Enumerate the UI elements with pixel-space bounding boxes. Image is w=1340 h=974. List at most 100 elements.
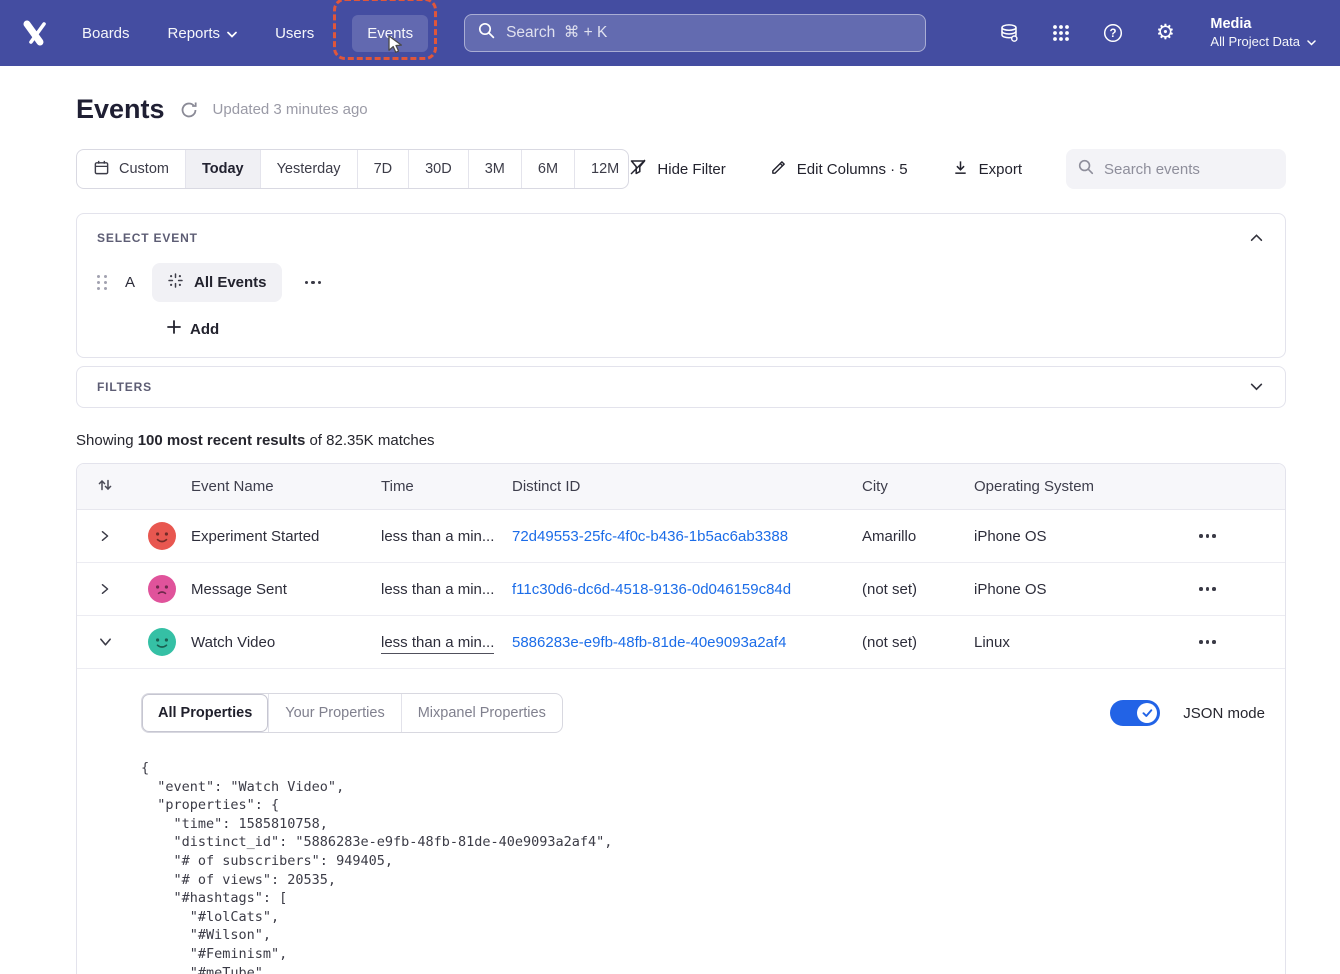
collapse-panel-icon[interactable] [1248,232,1265,244]
event-os: iPhone OS [974,581,1189,598]
refresh-icon[interactable] [180,101,198,119]
results-suffix: of 82.35K matches [305,432,434,449]
data-management-icon[interactable] [998,22,1020,44]
nav-item-events[interactable]: Events [352,15,428,52]
table-row[interactable]: Message Sent less than a min... f11c30d6… [77,563,1285,616]
event-time: less than a min... [381,528,512,545]
range-custom[interactable]: Custom [77,150,185,188]
col-header-os[interactable]: Operating System [974,478,1189,495]
edit-columns-button[interactable]: Edit Columns · 5 [770,159,908,180]
nav-item-boards[interactable]: Boards [82,25,130,42]
add-event-label: Add [190,321,219,338]
select-event-title: SELECT EVENT [97,231,198,245]
tab-all-properties[interactable]: All Properties [142,694,268,732]
event-selector-label: All Events [194,274,267,291]
drag-handle-icon[interactable] [97,275,108,290]
range-30d[interactable]: 30D [408,150,468,188]
project-switcher[interactable]: Media All Project Data [1210,15,1316,51]
distinct-id-link[interactable]: 72d49553-25fc-4f0c-b436-1b5ac6ab3388 [512,528,862,545]
primary-nav: Boards Reports Users Events [82,15,428,52]
nav-utilities: ? ⚙ Media All Project Data [998,15,1316,51]
table-row[interactable]: Experiment Started less than a min... 72… [77,510,1285,563]
row-expand-icon[interactable] [95,526,115,546]
range-12m[interactable]: 12M [574,150,629,188]
global-search[interactable] [464,14,926,52]
nav-item-events-wrap: Events [352,15,428,52]
date-range-segmented-control: Custom Today Yesterday 7D 30D 3M 6M 12M [76,149,629,189]
range-7d[interactable]: 7D [357,150,409,188]
event-os: Linux [974,634,1189,651]
range-today[interactable]: Today [185,150,260,188]
tab-your-properties[interactable]: Your Properties [268,694,400,732]
apps-grid-icon[interactable] [1050,22,1072,44]
event-time: less than a min... [381,581,512,598]
export-button[interactable]: Export [952,159,1022,180]
tab-mixpanel-properties[interactable]: Mixpanel Properties [401,694,562,732]
help-icon[interactable]: ? [1102,22,1124,44]
export-label: Export [979,161,1022,178]
search-events-input[interactable] [1104,161,1274,178]
search-events-box[interactable] [1066,149,1286,189]
col-header-time[interactable]: Time [381,478,512,495]
events-table: Event Name Time Distinct ID City Operati… [76,463,1286,974]
row-more-icon[interactable] [1193,581,1222,597]
event-os: iPhone OS [974,528,1189,545]
range-6m[interactable]: 6M [521,150,574,188]
project-name: Media [1210,15,1316,34]
search-icon [478,22,495,44]
event-row-letter: A [125,274,135,291]
col-header-distinct-id[interactable]: Distinct ID [512,478,862,495]
global-search-input[interactable] [506,24,912,42]
updated-timestamp: Updated 3 minutes ago [213,101,368,118]
filter-funnel-icon [629,158,647,180]
filters-title: FILTERS [97,380,152,394]
properties-tab-group: All Properties Your Properties Mixpanel … [141,693,563,733]
results-prefix: Showing [76,432,138,449]
event-name: Watch Video [191,634,381,651]
event-city: (not set) [862,634,974,651]
row-more-icon[interactable] [1193,528,1222,544]
nav-item-reports-label: Reports [168,25,221,42]
hide-filter-button[interactable]: Hide Filter [629,158,725,180]
json-mode-toggle[interactable] [1110,700,1160,726]
main-content: Events Updated 3 minutes ago Cus [0,94,1340,974]
event-avatar [148,522,176,550]
chevron-down-icon [227,25,237,42]
edit-columns-label: Edit Columns · 5 [797,161,908,178]
plus-icon [167,320,181,338]
event-city: (not set) [862,581,974,598]
select-event-panel: SELECT EVENT A [76,213,1286,358]
row-expand-icon[interactable] [95,579,115,599]
event-json-code: { "event": "Watch Video", "properties": … [141,759,1265,974]
range-yesterday[interactable]: Yesterday [260,150,357,188]
toolbar: Custom Today Yesterday 7D 30D 3M 6M 12M … [76,149,1286,189]
search-icon [1078,159,1094,180]
event-name: Message Sent [191,581,381,598]
toggle-knob [1137,703,1157,723]
mixpanel-logo-icon[interactable] [18,16,52,50]
distinct-id-link[interactable]: 5886283e-e9fb-48fb-81de-40e9093a2af4 [512,634,862,651]
hide-filter-label: Hide Filter [657,161,725,178]
top-nav: Boards Reports Users Events [0,0,1340,66]
col-header-event-name[interactable]: Event Name [191,478,381,495]
results-summary: Showing 100 most recent results of 82.35… [76,432,1286,449]
sort-rows-icon[interactable] [97,477,113,497]
nav-item-users[interactable]: Users [275,25,314,42]
distinct-id-link[interactable]: f11c30d6-dc6d-4518-9136-0d046159c84d [512,581,862,598]
settings-gear-icon[interactable]: ⚙ [1154,22,1176,44]
range-3m[interactable]: 3M [468,150,521,188]
add-event-button[interactable]: Add [167,320,219,338]
table-row-expanded[interactable]: Watch Video less than a min... 5886283e-… [77,616,1285,669]
page-title: Events [76,94,165,125]
col-header-city[interactable]: City [862,478,974,495]
event-time: less than a min... [381,634,494,654]
nav-item-reports[interactable]: Reports [168,25,238,42]
row-more-icon[interactable] [1193,634,1222,650]
expand-panel-icon[interactable] [1248,381,1265,393]
event-avatar [148,575,176,603]
json-mode-label: JSON mode [1183,705,1265,722]
event-row-more-icon[interactable] [299,275,328,291]
event-selector-chip[interactable]: All Events [152,263,282,302]
row-collapse-icon[interactable] [95,633,116,651]
pencil-icon [770,159,787,180]
